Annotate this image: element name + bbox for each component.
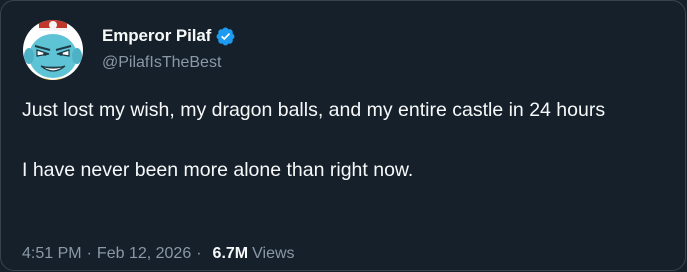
tweet-meta: 4:51 PM · Feb 12, 2026 · 6.7M Views	[22, 245, 295, 263]
tweet-paragraph-1: Just lost my wish, my dragon balls, and …	[22, 99, 606, 121]
verified-badge-icon[interactable]	[215, 26, 236, 47]
tweet-time[interactable]: 4:51 PM	[22, 245, 82, 263]
author-avatar[interactable]	[23, 20, 83, 80]
tweet-text: Just lost my wish, my dragon balls, and …	[22, 95, 662, 185]
author-handle[interactable]: @PilafIsTheBest	[102, 54, 221, 72]
meta-separator-2: ·	[196, 245, 202, 262]
author-name-row: Emperor Pilaf	[102, 24, 236, 48]
views-count[interactable]: 6.7M	[213, 245, 249, 263]
tweet-paragraph-2: I have never been more alone than right …	[22, 159, 414, 181]
meta-separator: ·	[86, 245, 92, 262]
tweet-card: Emperor Pilaf @PilafIsTheBest Just lost …	[0, 0, 686, 271]
pilaf-avatar-icon	[23, 20, 83, 80]
author-display-name[interactable]: Emperor Pilaf	[102, 26, 211, 46]
views-label[interactable]: Views	[252, 245, 294, 263]
tweet-date[interactable]: Feb 12, 2026	[97, 245, 191, 263]
